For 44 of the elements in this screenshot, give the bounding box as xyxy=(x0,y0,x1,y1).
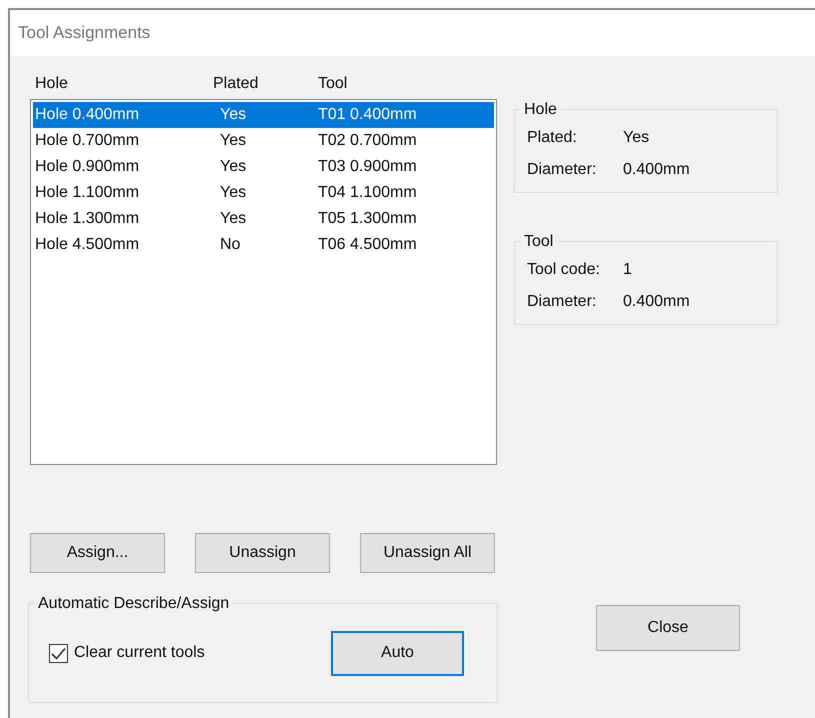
hole-cell-text: Hole 1.300mm xyxy=(35,209,140,229)
tool-cell-text: T06 4.500mm xyxy=(318,235,417,255)
tool-cell-text: T02 0.700mm xyxy=(318,131,417,151)
field-value: 0.400mm xyxy=(623,160,690,180)
plated-cell-text: Yes xyxy=(220,209,248,229)
hole-cell-text: Hole 4.500mm xyxy=(35,235,140,255)
column-header[interactable]: Tool xyxy=(318,72,348,96)
tool-cell-text: T03 0.900mm xyxy=(318,157,417,177)
tool-cell-text: T05 1.300mm xyxy=(318,209,417,229)
plated-cell-text: Yes xyxy=(220,157,248,177)
field-label: Diameter: xyxy=(527,292,598,312)
window-title: Tool Assignments xyxy=(18,22,150,44)
list-row[interactable]: Hole 0.400mm Yes T01 0.400mm xyxy=(33,102,494,128)
dialog-button[interactable]: Unassign xyxy=(195,533,330,573)
plated-cell-text: Yes xyxy=(220,183,248,203)
hole-cell-text: Hole 0.900mm xyxy=(35,157,140,177)
list-row[interactable]: Hole 0.700mm Yes T02 0.700mm xyxy=(33,128,494,154)
dialog-button[interactable]: Assign... xyxy=(30,533,165,573)
list-row[interactable]: Hole 0.900mm Yes T03 0.900mm xyxy=(33,154,494,180)
column-header[interactable]: Hole xyxy=(35,72,213,96)
hole-cell-text: Hole 1.100mm xyxy=(35,183,140,203)
field-label: Tool code: xyxy=(527,260,601,280)
list-row[interactable]: Hole 1.100mm Yes T04 1.100mm xyxy=(33,180,494,206)
dialog-button[interactable]: Unassign All xyxy=(360,533,495,573)
field-label: Diameter: xyxy=(527,160,598,180)
plated-cell-text: No xyxy=(220,235,242,255)
hole-cell-text: Hole 0.400mm xyxy=(35,105,140,125)
auto-button[interactable]: Auto xyxy=(331,630,464,676)
check-icon xyxy=(51,646,66,660)
plated-cell-text: Yes xyxy=(220,105,248,125)
checkbox[interactable] xyxy=(49,644,68,662)
field-value: 1 xyxy=(623,260,632,280)
tool-cell-text: T01 0.400mm xyxy=(318,105,417,125)
close-button[interactable]: Close xyxy=(596,605,740,651)
field-value: 0.400mm xyxy=(623,292,690,312)
list-row[interactable]: Hole 1.300mm Yes T05 1.300mm xyxy=(33,206,494,232)
checkbox-label: Clear current tools xyxy=(74,643,205,663)
hole-cell-text: Hole 0.700mm xyxy=(35,131,140,151)
field-label: Plated: xyxy=(527,128,578,148)
tool-cell-text: T04 1.100mm xyxy=(318,183,417,203)
plated-cell-text: Yes xyxy=(220,131,248,151)
field-value: Yes xyxy=(623,128,650,148)
list-row[interactable]: Hole 4.500mm No T06 4.500mm xyxy=(33,232,494,258)
column-header[interactable]: Plated xyxy=(213,72,318,96)
